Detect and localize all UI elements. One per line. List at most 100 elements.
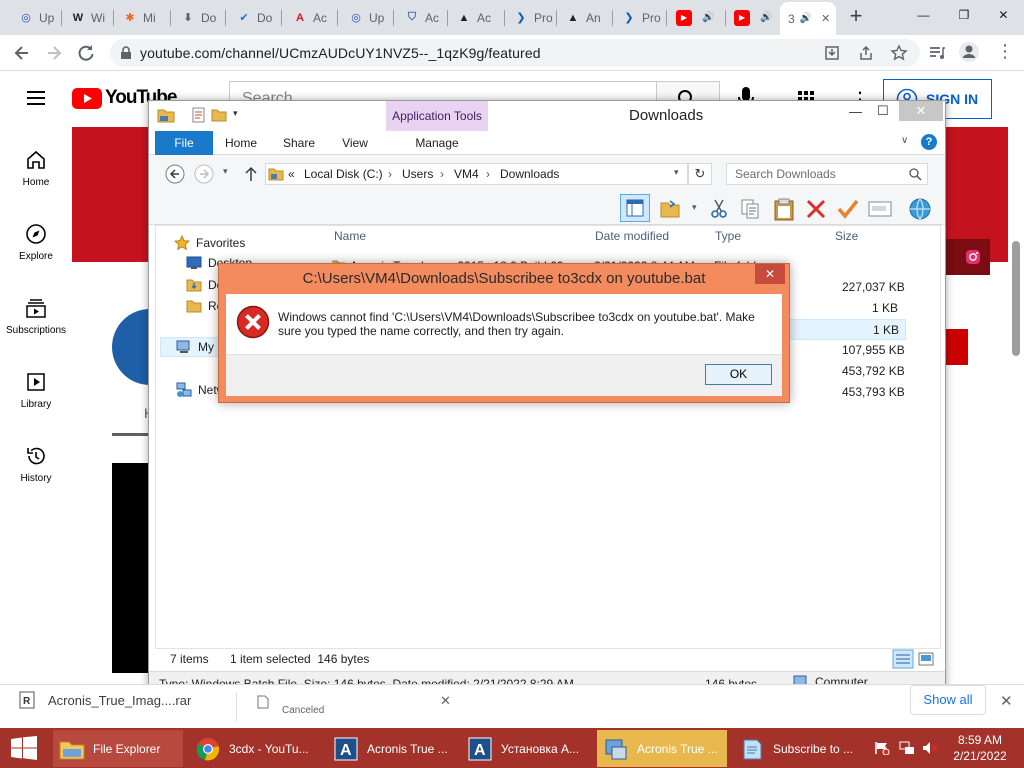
explorer-close-button[interactable]: ✕ <box>899 101 943 121</box>
audio-playing-icon[interactable]: 🔊 <box>800 13 812 24</box>
help-icon[interactable]: ? <box>921 134 937 150</box>
scissors-cut-icon[interactable] <box>710 199 728 219</box>
download-item[interactable]: R Acronis_True_Imag....rar <box>18 691 191 709</box>
taskbar-file-explorer[interactable]: File Explorer <box>53 730 183 767</box>
browser-tab[interactable]: A Ac <box>284 4 336 31</box>
preview-pane-button[interactable] <box>620 194 650 222</box>
page-scrollbar[interactable] <box>1012 241 1020 356</box>
tab-share[interactable]: Share <box>279 131 319 155</box>
network-globe-icon[interactable] <box>907 197 933 221</box>
quick-access-dropdown-icon[interactable]: ▾ <box>233 108 238 119</box>
column-type[interactable]: Type <box>715 229 741 243</box>
organize-dropdown-icon[interactable]: ▾ <box>692 202 697 213</box>
close-tab-icon[interactable]: ✕ <box>821 12 830 25</box>
explorer-search-input[interactable]: Search Downloads <box>726 163 928 185</box>
nav-computer[interactable]: My <box>176 340 214 354</box>
bookmark-star-icon[interactable] <box>890 44 908 62</box>
browser-tab[interactable]: ✔ Do <box>228 4 280 31</box>
new-tab-button[interactable]: + <box>842 5 870 28</box>
download-remove-icon[interactable]: ✕ <box>440 693 451 709</box>
show-all-button[interactable]: Show all <box>910 685 986 715</box>
column-date-modified[interactable]: Date modified <box>595 229 669 243</box>
breadcrumb-local-disk[interactable]: Local Disk (C:) <box>304 167 383 181</box>
taskbar-acronis-installer[interactable]: Acronis True ... <box>597 730 727 767</box>
dialog-close-button[interactable]: ✕ <box>755 264 785 284</box>
move-to-folder-icon[interactable] <box>660 199 682 219</box>
system-clock[interactable]: 8:59 AM 2/21/2022 <box>950 732 1010 764</box>
browser-tab[interactable]: ❯ Pro <box>613 4 665 31</box>
details-view-icon[interactable] <box>892 649 914 669</box>
browser-tab[interactable]: ✱ Mi <box>114 4 169 31</box>
browser-tab[interactable]: 3 🔊 ✕ <box>780 2 836 35</box>
properties-icon[interactable] <box>191 107 207 123</box>
instagram-icon[interactable] <box>965 249 981 265</box>
reload-icon[interactable] <box>76 43 96 63</box>
audio-playing-icon[interactable]: 🔊 <box>760 12 772 23</box>
minimize-icon[interactable]: — <box>918 8 930 22</box>
up-arrow-icon[interactable] <box>244 166 258 182</box>
minimize-icon[interactable]: — <box>849 104 862 119</box>
copy-icon[interactable] <box>740 198 760 220</box>
browser-tab[interactable]: ▲ Ac <box>448 4 503 31</box>
maximize-icon[interactable]: ☐ <box>877 103 889 119</box>
folder-icon[interactable] <box>157 107 175 123</box>
breadcrumb-vm4[interactable]: VM4 <box>454 167 479 181</box>
forward-arrow-icon[interactable] <box>44 43 64 63</box>
windows-start-icon[interactable] <box>10 736 38 760</box>
network-tray-icon[interactable] <box>899 741 915 755</box>
close-window-icon[interactable]: ✕ <box>998 8 1008 22</box>
browser-tab[interactable]: ▲ An <box>557 4 611 31</box>
paste-icon[interactable] <box>773 197 795 221</box>
refresh-icon[interactable]: ↻ <box>688 163 712 185</box>
breadcrumb-users[interactable]: Users <box>402 167 433 181</box>
browser-tab[interactable]: ❯ Pro <box>505 4 555 31</box>
media-queue-icon[interactable] <box>928 44 946 62</box>
browser-tab[interactable]: ▶ 🔊 <box>668 4 724 31</box>
hamburger-menu-icon[interactable] <box>26 90 46 106</box>
taskbar-acronis-1[interactable]: A Acronis True ... <box>327 730 455 767</box>
volume-muted-icon[interactable] <box>922 741 938 755</box>
forward-button-icon[interactable] <box>194 164 214 184</box>
nav-explore[interactable]: Explore <box>0 223 72 262</box>
recent-locations-icon[interactable]: ▾ <box>223 166 228 177</box>
tab-home[interactable]: Home <box>221 131 261 155</box>
tab-file[interactable]: File <box>155 131 213 155</box>
ribbon-expand-icon[interactable]: ∨ <box>901 135 908 146</box>
audio-playing-icon[interactable]: 🔊 <box>702 12 714 23</box>
ok-button[interactable]: OK <box>705 364 772 385</box>
column-name[interactable]: Name <box>334 229 366 243</box>
address-bar[interactable]: youtube.com/channel/UCmzAUDcUY1NVZ5--_1q… <box>110 39 920 67</box>
close-downloads-bar-icon[interactable]: ✕ <box>1000 692 1013 710</box>
video-player[interactable] <box>112 463 148 673</box>
taskbar-notepad[interactable]: Subscribe to ... <box>733 730 863 767</box>
lock-icon[interactable] <box>120 46 132 60</box>
action-center-flag-icon[interactable] <box>874 741 890 755</box>
chrome-menu-icon[interactable]: ⋮ <box>996 42 1014 60</box>
browser-tab[interactable]: ⛉ Ac <box>396 4 446 31</box>
nav-favorites[interactable]: Favorites <box>174 235 245 251</box>
new-folder-icon[interactable] <box>211 107 227 123</box>
nav-library[interactable]: Library <box>0 371 72 410</box>
profile-avatar-icon[interactable] <box>958 41 980 63</box>
browser-tab[interactable]: ◎ Up <box>10 4 60 31</box>
subscribe-button[interactable] <box>944 329 968 365</box>
share-icon[interactable] <box>858 45 874 61</box>
nav-history[interactable]: History <box>0 445 72 484</box>
checkmark-icon[interactable] <box>837 198 859 220</box>
explorer-address-bar[interactable]: « Local Disk (C:) › Users › VM4 › Downlo… <box>265 163 688 185</box>
large-icons-view-icon[interactable] <box>918 651 934 667</box>
rename-icon[interactable] <box>868 200 892 218</box>
breadcrumb-downloads[interactable]: Downloads <box>500 167 559 181</box>
url-text[interactable]: youtube.com/channel/UCmzAUDcUY1NVZ5--_1q… <box>140 45 541 61</box>
nav-home[interactable]: Home <box>0 149 72 188</box>
tab-view[interactable]: View <box>335 131 375 155</box>
tab-manage[interactable]: Manage <box>386 131 488 155</box>
address-dropdown-icon[interactable]: ▾ <box>674 167 679 178</box>
browser-tab[interactable]: ▶ 🔊 <box>726 4 778 31</box>
browser-tab[interactable]: ◎ Up <box>340 4 392 31</box>
restore-icon[interactable]: ❐ <box>959 8 970 22</box>
browser-tab[interactable]: ⬇ Do <box>172 4 224 31</box>
browser-tab[interactable]: W Wi <box>62 4 112 31</box>
taskbar-acronis-setup[interactable]: A Установка А... <box>461 730 591 767</box>
taskbar-chrome[interactable]: 3cdx - YouTu... <box>189 730 325 767</box>
